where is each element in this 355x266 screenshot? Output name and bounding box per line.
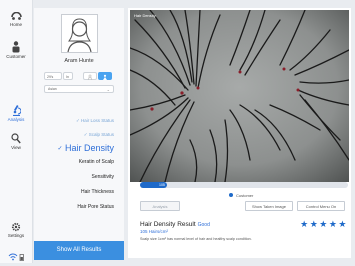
male-icon: [87, 74, 93, 80]
settings-button[interactable]: Settings: [0, 222, 32, 238]
ethnicity-select-value: Asian: [48, 87, 57, 91]
sidebar-item-label: Home: [9, 22, 22, 27]
star-icon: ★: [300, 219, 310, 229]
customer-profile-panel: Aram Hunte 29's In Asian ⌄ ✓ Hair Loss S…: [34, 8, 124, 260]
star-icon: ★: [328, 219, 339, 229]
sidebar: Home Customer Analysis View Settings: [0, 0, 33, 263]
menu-item-hair-pore-status[interactable]: Hair Pore Status: [77, 204, 114, 210]
star-icon: ★: [319, 219, 329, 229]
check-icon: ✓: [83, 132, 88, 137]
density-progress-value: 105: [159, 182, 165, 187]
check-icon: ✓: [57, 146, 63, 152]
rating-stars: ★★★★★: [300, 219, 348, 230]
image-title: Hair Density: [134, 13, 156, 18]
menu-item-hair-thickness[interactable]: Hair Thickness: [81, 189, 114, 195]
analysis-button[interactable]: Analysis: [140, 201, 180, 211]
customer-legend-label: Customer: [236, 192, 254, 198]
menu-item-scalp-status[interactable]: ✓ Scalp Status: [84, 132, 114, 138]
sidebar-item-analysis[interactable]: Analysis: [0, 104, 32, 122]
result-description: Scalp size 1cm² has normal level of hair…: [140, 237, 252, 241]
menu-item-hair-loss-status[interactable]: ✓ Hair Loss Status: [76, 118, 114, 124]
star-icon: ★: [309, 219, 320, 229]
star-icon: ★: [338, 219, 348, 229]
menu-item-hair-density[interactable]: ✓ Hair Density: [57, 143, 114, 153]
show-all-results-button[interactable]: Show All Results: [34, 241, 124, 260]
sidebar-item-label: Analysis: [7, 117, 25, 122]
check-icon: ✓: [75, 118, 80, 123]
customer-name: Aram Hunte: [64, 58, 94, 64]
home-icon: [10, 12, 22, 20]
wifi-icon: [8, 253, 18, 261]
result-title: Hair Density Result Good: [140, 221, 210, 228]
sidebar-item-label: Customer: [6, 54, 26, 59]
chevron-down-icon: ⌄: [106, 87, 110, 92]
result-value: 105 Hairs/cm²: [140, 229, 169, 234]
sidebar-item-label: View: [11, 145, 21, 150]
menu-item-sensitivity[interactable]: Sensitivity: [91, 174, 114, 180]
ethnicity-select[interactable]: Asian ⌄: [44, 85, 114, 93]
customer-legend-dot: [229, 193, 233, 197]
sidebar-item-customer[interactable]: Customer: [0, 41, 32, 59]
customer-icon: [12, 41, 20, 53]
sidebar-item-view[interactable]: View: [0, 133, 32, 150]
control-menu-button[interactable]: Control Menu On: [297, 201, 345, 211]
result-grade: Good: [197, 222, 210, 228]
avatar: [61, 14, 98, 53]
result-title-text: Hair Density Result: [140, 221, 196, 228]
female-toggle[interactable]: [98, 72, 112, 80]
battery-icon: [19, 254, 24, 261]
show-taken-image-button[interactable]: Show Taken Image: [245, 201, 293, 211]
age-field[interactable]: 29's: [44, 72, 62, 80]
analysis-panel: Hair Density 105 Customer Analysis Show …: [128, 8, 351, 258]
settings-label: Settings: [7, 233, 25, 238]
male-toggle[interactable]: [83, 72, 97, 80]
scalp-image: Hair Density: [130, 10, 349, 182]
density-progress-bar: 105: [140, 182, 348, 188]
sidebar-item-home[interactable]: Home: [0, 12, 32, 27]
status-bar: [8, 248, 26, 261]
female-icon: [103, 74, 107, 80]
age-unit-field[interactable]: In: [63, 72, 73, 80]
analysis-icon: [12, 105, 21, 116]
gear-icon: [11, 222, 21, 232]
menu-item-keratin-of-scalp[interactable]: Keratin of Scalp: [79, 159, 114, 165]
view-icon: [11, 133, 21, 144]
